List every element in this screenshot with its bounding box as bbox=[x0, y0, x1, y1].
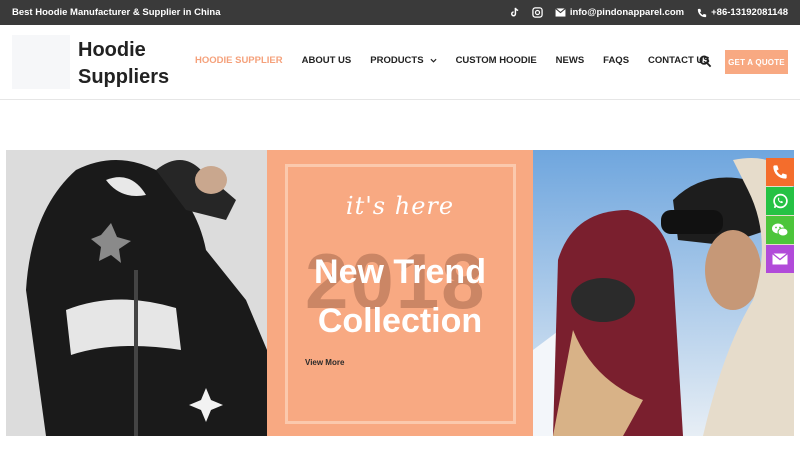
email-icon bbox=[772, 253, 788, 265]
tagline: Best Hoodie Manufacturer & Supplier in C… bbox=[12, 7, 221, 18]
top-bar: Best Hoodie Manufacturer & Supplier in C… bbox=[0, 0, 800, 25]
phone-text: +86-13192081148 bbox=[711, 7, 788, 18]
wechat-icon bbox=[772, 223, 789, 237]
brand-line-1: Hoodie bbox=[78, 39, 146, 61]
side-whatsapp-button[interactable] bbox=[766, 187, 794, 215]
headline-line-2: Collection bbox=[317, 302, 483, 340]
instagram-icon[interactable] bbox=[532, 7, 543, 18]
hero-promo-panel: it's here 2018 New Trend Collection View… bbox=[267, 150, 533, 436]
promo-script-text: it's here bbox=[345, 192, 455, 220]
view-more-link[interactable]: View More bbox=[305, 358, 344, 367]
phone-icon bbox=[773, 165, 787, 179]
whatsapp-icon bbox=[772, 193, 788, 208]
nav-hoodie-supplier[interactable]: Hoodie Supplier bbox=[195, 55, 283, 66]
top-bar-contacts: info@pindonapparel.com +86-13192081148 bbox=[509, 7, 788, 18]
main-nav: Hoodie Supplier About Us Products Custom… bbox=[195, 55, 710, 66]
email-link[interactable]: info@pindonapparel.com bbox=[555, 7, 684, 18]
side-phone-button[interactable] bbox=[766, 158, 794, 186]
side-email-button[interactable] bbox=[766, 245, 794, 273]
nav-custom-hoodie[interactable]: Custom Hoodie bbox=[456, 55, 537, 66]
nav-products-label: Products bbox=[370, 55, 424, 66]
search-icon[interactable] bbox=[699, 55, 713, 69]
email-text: info@pindonapparel.com bbox=[569, 7, 685, 18]
logo[interactable] bbox=[12, 35, 70, 89]
brand-line-2: Suppliers bbox=[78, 66, 170, 88]
nav-products[interactable]: Products bbox=[370, 55, 437, 66]
envelope-icon bbox=[555, 7, 566, 18]
nav-faqs[interactable]: FAQs bbox=[603, 55, 629, 66]
brand-name[interactable]: Hoodie Suppliers bbox=[78, 37, 169, 91]
phone-icon bbox=[696, 7, 707, 18]
get-a-quote-button[interactable]: Get A Quote bbox=[725, 50, 788, 74]
promo-headline: New Trend Collection bbox=[267, 248, 533, 346]
headline-line-1: New Trend bbox=[314, 253, 486, 291]
nav-about-us[interactable]: About Us bbox=[302, 55, 352, 66]
hero-image-ski-hoodies[interactable] bbox=[533, 150, 794, 436]
tiktok-icon[interactable] bbox=[509, 7, 520, 18]
site-header: Hoodie Suppliers Hoodie Supplier About U… bbox=[0, 25, 800, 100]
nav-news[interactable]: News bbox=[556, 55, 585, 66]
hero-image-black-hoodie[interactable] bbox=[6, 150, 267, 436]
side-wechat-button[interactable] bbox=[766, 216, 794, 244]
phone-link[interactable]: +86-13192081148 bbox=[696, 7, 788, 18]
chevron-down-icon bbox=[430, 58, 437, 63]
